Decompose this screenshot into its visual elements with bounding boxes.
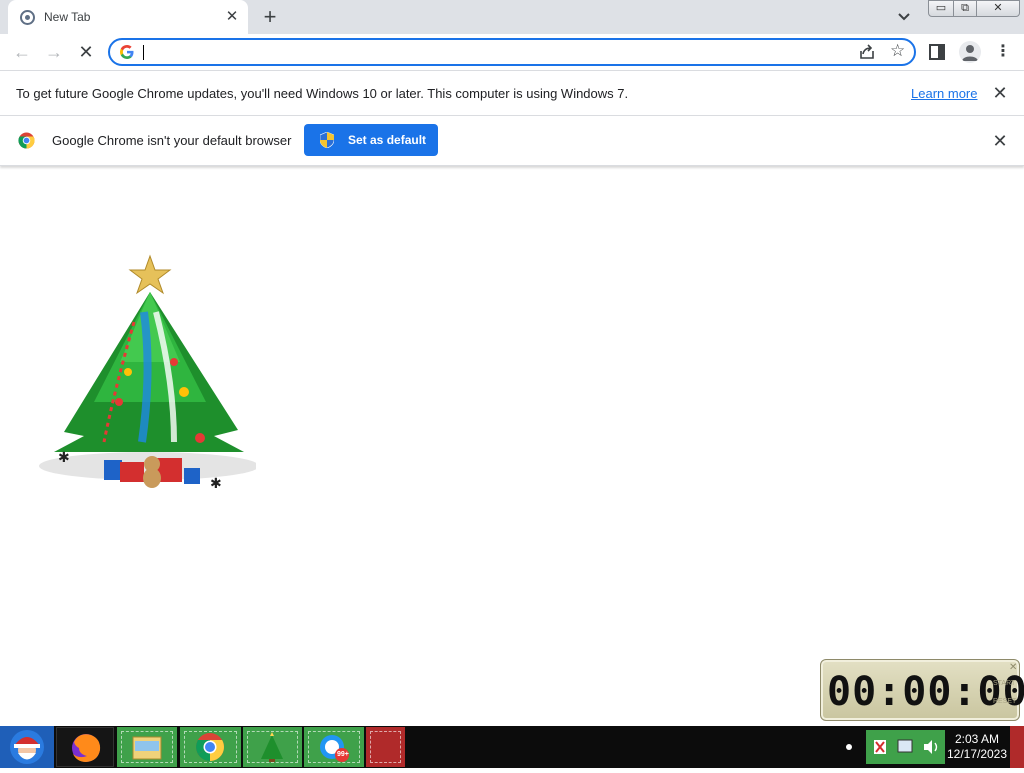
- taskbar-extra-item[interactable]: [366, 727, 405, 767]
- set-as-default-label: Set as default: [348, 133, 427, 147]
- google-g-icon: [120, 45, 134, 59]
- default-browser-message: Google Chrome isn't your default browser: [52, 133, 292, 148]
- address-bar[interactable]: ☆: [108, 38, 916, 66]
- svg-text:✱: ✱: [210, 476, 222, 492]
- tab-strip: New Tab ✕ + ▭ ⧉ ✕: [0, 0, 1024, 34]
- learn-more-link[interactable]: Learn more: [911, 86, 977, 101]
- new-tab-favicon-icon: [20, 10, 35, 25]
- taskbar-item-frame: [184, 731, 237, 763]
- svg-text:✱: ✱: [58, 450, 70, 466]
- show-desktop-button[interactable]: [1010, 726, 1024, 768]
- chrome-logo-icon: [18, 132, 35, 149]
- stop-loading-button[interactable]: ✕: [73, 39, 99, 65]
- back-button[interactable]: ←: [9, 39, 35, 65]
- new-tab-button[interactable]: +: [258, 5, 282, 29]
- messenger-badge: 99+: [337, 751, 349, 758]
- taskbar-item-frame: [308, 731, 360, 763]
- taskbar-item-frame: [121, 731, 173, 763]
- tab-close-icon[interactable]: ✕: [222, 7, 242, 27]
- start-button[interactable]: [0, 726, 54, 768]
- uac-shield-icon: [320, 132, 334, 148]
- taskbar-firefox[interactable]: [56, 727, 114, 767]
- countdown-timer-gadget[interactable]: 00:00:00 START RESET ✕: [820, 659, 1024, 721]
- timer-close-icon[interactable]: ✕: [1009, 662, 1017, 673]
- share-icon[interactable]: [858, 43, 876, 61]
- default-infobar-close-icon[interactable]: ✕: [991, 132, 1009, 150]
- update-infobar-close-icon[interactable]: ✕: [991, 84, 1009, 102]
- tray-dot-icon: [846, 744, 852, 750]
- christmas-tree-image: ✱ ✱: [39, 254, 256, 492]
- forward-button[interactable]: →: [41, 39, 67, 65]
- chrome-menu-icon[interactable]: ⋮: [995, 42, 1011, 62]
- bookmark-star-icon[interactable]: ☆: [890, 41, 905, 61]
- taskbar-item-frame: [247, 731, 298, 763]
- timer-start-button[interactable]: START: [993, 680, 1015, 687]
- taskbar-item-frame: [370, 731, 401, 763]
- system-tray: [866, 730, 945, 764]
- window-restore-button[interactable]: ⧉: [953, 0, 977, 17]
- clock-date[interactable]: 12/17/2023: [944, 747, 1010, 761]
- taskbar-messenger[interactable]: 99+: [304, 727, 364, 767]
- default-browser-infobar: Google Chrome isn't your default browser…: [0, 116, 1024, 166]
- tab-search-chevron-icon[interactable]: [894, 7, 914, 27]
- window-minimize-button[interactable]: ▭: [928, 0, 954, 17]
- tray-icons: [874, 739, 938, 754]
- clock-time[interactable]: 2:03 AM: [944, 732, 1010, 746]
- side-panel-icon[interactable]: [929, 44, 945, 60]
- santa-start-icon: [10, 730, 44, 764]
- firefox-icon: [72, 734, 101, 762]
- set-as-default-button[interactable]: Set as default: [304, 124, 438, 156]
- text-caret: [143, 45, 144, 60]
- profile-avatar-icon[interactable]: [959, 41, 981, 63]
- browser-toolbar: ← → ✕ ☆ ⋮: [0, 34, 1024, 71]
- taskbar-christmas-tree[interactable]: [243, 727, 302, 767]
- window-close-button[interactable]: ✕: [976, 0, 1020, 17]
- windows-taskbar: 99+ 2:03 AM 12/17/2023: [0, 726, 1024, 768]
- timer-reset-button[interactable]: RESET: [993, 698, 1016, 705]
- tab-new-tab[interactable]: New Tab ✕: [8, 0, 248, 34]
- taskbar-google-chrome[interactable]: [180, 727, 241, 767]
- taskbar-windows-explorer[interactable]: [117, 727, 177, 767]
- timer-display: 00:00:00: [827, 669, 1024, 715]
- update-message: To get future Google Chrome updates, you…: [16, 86, 629, 101]
- tab-title: New Tab: [44, 10, 91, 24]
- update-infobar: To get future Google Chrome updates, you…: [0, 71, 1024, 116]
